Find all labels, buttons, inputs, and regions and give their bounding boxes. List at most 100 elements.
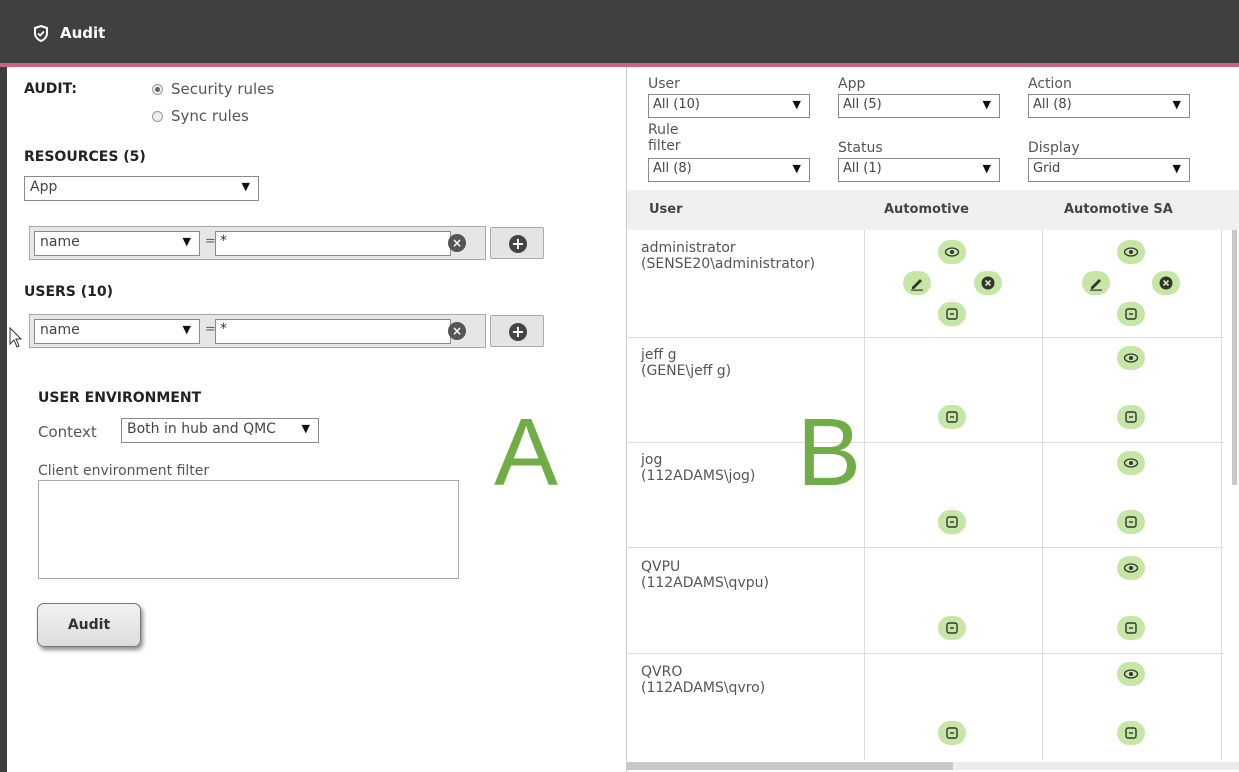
app-filter-label: App (838, 76, 866, 92)
read-eye-icon (1117, 346, 1145, 370)
user-name: QVRO (641, 664, 683, 680)
action-filter-label: Action (1028, 76, 1072, 92)
user-filter-select[interactable]: All (10) ▼ (648, 94, 810, 118)
audit-button[interactable]: Audit (37, 603, 141, 647)
app-filter-value: All (5) (843, 97, 882, 112)
user-account: (112ADAMS\qvro) (641, 680, 766, 696)
publish-box-icon (938, 405, 966, 429)
client-environment-textarea[interactable] (38, 480, 459, 579)
radio-sync-label: Sync rules (171, 107, 249, 125)
resources-label: RESOURCES (5) (24, 149, 146, 165)
shield-icon (34, 25, 48, 42)
edit-pencil-icon (903, 271, 931, 295)
resource-filter-field: name (40, 234, 80, 250)
publish-box-icon (938, 302, 966, 326)
display-value: Grid (1033, 161, 1061, 176)
delete-x-icon (974, 271, 1002, 295)
user-account: (GENE\jeff g) (641, 363, 732, 379)
radio-selected-icon[interactable] (152, 83, 163, 95)
plus-icon: + (509, 235, 527, 253)
rule-filter-label-line1: Rule (648, 122, 679, 138)
dropdown-arrow-icon: ▼ (182, 235, 191, 248)
dropdown-arrow-icon: ▼ (792, 162, 801, 175)
display-filter-label: Display (1028, 140, 1080, 156)
dropdown-arrow-icon: ▼ (982, 162, 991, 175)
rule-filter-value: All (8) (653, 161, 692, 176)
column-divider (1221, 230, 1222, 760)
plus-icon: + (509, 323, 527, 341)
publish-box-icon (1117, 302, 1145, 326)
header-accent-line (0, 63, 1239, 67)
page-title: Audit (60, 24, 106, 42)
app-filter-select[interactable]: All (5) ▼ (838, 94, 1000, 118)
user-name: jeff g (641, 347, 677, 363)
user-name: administrator (641, 240, 736, 256)
publish-box-icon (1117, 721, 1145, 745)
table-row-user: QVRO (112ADAMS\qvro) (641, 664, 765, 696)
clear-icon[interactable]: × (448, 234, 466, 252)
vertical-scrollbar[interactable] (1232, 230, 1237, 485)
rule-filter-select[interactable]: All (8) ▼ (648, 158, 810, 182)
dropdown-arrow-icon: ▼ (792, 98, 801, 111)
clear-icon[interactable]: × (448, 322, 466, 340)
read-eye-icon (1117, 556, 1145, 580)
resource-type-value: App (30, 179, 58, 195)
user-filter-field-select[interactable]: name ▼ (34, 319, 200, 344)
dropdown-arrow-icon: ▼ (1172, 98, 1181, 111)
user-filter-value-input[interactable]: * (215, 319, 451, 344)
context-value: Both in hub and QMC (127, 421, 276, 437)
publish-box-icon (1117, 405, 1145, 429)
dropdown-arrow-icon: ▼ (241, 180, 250, 193)
action-filter-select[interactable]: All (8) ▼ (1028, 94, 1190, 118)
column-header-user[interactable]: User (649, 202, 683, 217)
column-header-automotive-sa[interactable]: Automotive SA (1064, 202, 1173, 217)
read-eye-icon (1117, 451, 1145, 475)
table-row-user: jeff g (GENE\jeff g) (641, 347, 731, 379)
read-eye-icon (1117, 240, 1145, 264)
audit-label: AUDIT: (24, 81, 77, 97)
table-row-user: jog (112ADAMS\jog) (641, 452, 755, 484)
panel-divider (626, 67, 627, 772)
read-eye-icon (1117, 662, 1145, 686)
status-filter-select[interactable]: All (1) ▼ (838, 158, 1000, 182)
app-header: Audit (0, 0, 1239, 63)
column-header-automotive[interactable]: Automotive (884, 202, 969, 217)
client-environment-label: Client environment filter (38, 463, 210, 479)
radio-sync-rules[interactable]: Sync rules (152, 107, 249, 125)
radio-unselected-icon[interactable] (152, 110, 163, 122)
user-account: (112ADAMS\jog) (641, 468, 756, 484)
rule-filter-label-line2: filter (648, 138, 681, 154)
column-divider (864, 230, 865, 760)
read-eye-icon (938, 240, 966, 264)
column-divider (1042, 230, 1043, 760)
publish-box-icon (938, 721, 966, 745)
resource-type-select[interactable]: App ▼ (24, 176, 259, 201)
publish-box-icon (938, 616, 966, 640)
annotation-letter-a: A (494, 399, 559, 506)
user-filter-field: name (40, 322, 80, 338)
row-divider (627, 337, 1223, 338)
add-resource-condition-button[interactable]: + (490, 227, 544, 259)
context-label: Context (38, 423, 97, 441)
user-account: (112ADAMS\qvpu) (641, 575, 769, 591)
row-divider (627, 442, 1223, 443)
add-user-condition-button[interactable]: + (490, 315, 544, 347)
delete-x-icon (1152, 271, 1180, 295)
user-environment-label: USER ENVIRONMENT (38, 390, 202, 406)
context-select[interactable]: Both in hub and QMC ▼ (121, 418, 319, 443)
publish-box-icon (1117, 616, 1145, 640)
publish-box-icon (1117, 510, 1145, 534)
display-select[interactable]: Grid ▼ (1028, 158, 1190, 182)
edit-pencil-icon (1082, 271, 1110, 295)
horizontal-scrollbar[interactable] (627, 762, 953, 770)
left-edge-bar (0, 67, 7, 772)
publish-box-icon (938, 510, 966, 534)
resource-filter-field-select[interactable]: name ▼ (34, 231, 200, 256)
resource-filter-value-input[interactable]: * (215, 231, 451, 256)
dropdown-arrow-icon: ▼ (982, 98, 991, 111)
table-row-user: QVPU (112ADAMS\qvpu) (641, 559, 769, 591)
user-name: QVPU (641, 559, 681, 575)
dropdown-arrow-icon: ▼ (182, 323, 191, 336)
user-filter-value: All (10) (653, 97, 700, 112)
radio-security-rules[interactable]: Security rules (152, 80, 274, 98)
